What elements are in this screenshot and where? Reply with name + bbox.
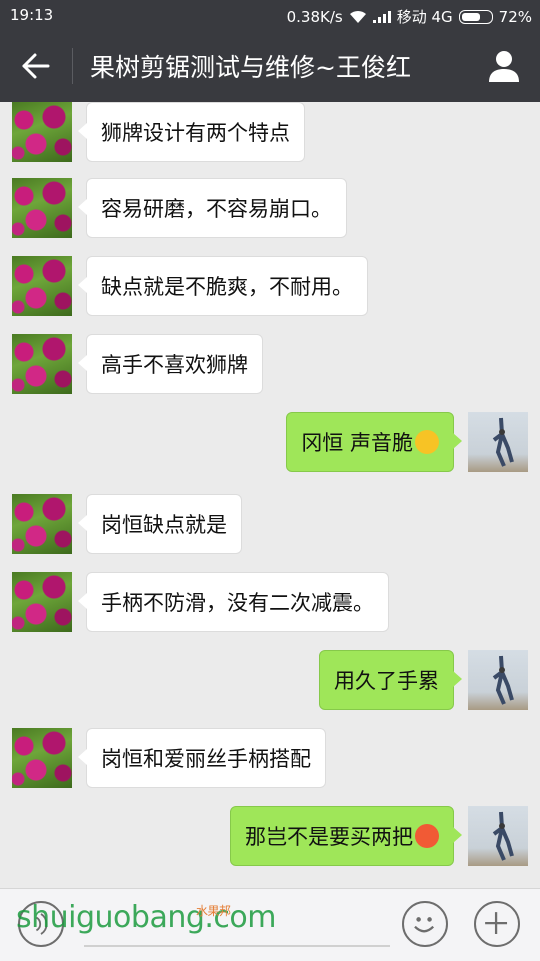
message-text: 高手不喜欢狮牌 [101, 353, 248, 377]
message-row: 缺点就是不脆爽，不耐用。 [0, 256, 540, 316]
my-avatar[interactable] [468, 650, 528, 710]
received-message-bubble[interactable]: 缺点就是不脆爽，不耐用。 [78, 256, 368, 316]
blush-emoji [415, 824, 439, 848]
contact-avatar[interactable] [12, 334, 72, 394]
watermark-text: shuiguobang.com [16, 900, 277, 935]
sent-message-bubble[interactable]: 那岂不是要买两把 [230, 806, 462, 866]
status-bar: 19:13 0.38K/s 移动 4G 72% [0, 0, 540, 30]
my-avatar[interactable] [468, 412, 528, 472]
back-arrow-icon[interactable] [18, 50, 54, 82]
message-row: 容易研磨，不容易崩口。 [0, 178, 540, 238]
smiley-icon[interactable] [402, 901, 448, 947]
signal-icon [372, 10, 391, 23]
received-message-bubble[interactable]: 容易研磨，不容易崩口。 [78, 178, 347, 238]
message-text: 容易研磨，不容易崩口。 [101, 197, 332, 221]
contact-avatar[interactable] [12, 728, 72, 788]
person-icon[interactable] [486, 48, 522, 84]
message-row: 手柄不防滑，没有二次减震。 [0, 572, 540, 632]
chat-header: 果树剪锯测试与维修~王俊红 [0, 30, 540, 102]
my-avatar[interactable] [468, 806, 528, 866]
contact-avatar[interactable] [12, 494, 72, 554]
received-message-bubble[interactable]: 狮牌设计有两个特点 [78, 102, 305, 162]
network-speed: 0.38K/s [286, 7, 343, 26]
message-text: 缺点就是不脆爽，不耐用。 [101, 275, 353, 299]
grin-emoji [415, 430, 439, 454]
message-row: 用久了手累 [0, 650, 540, 710]
watermark-tagline: 水果邦 [196, 904, 231, 918]
watermark: shuiguobang.com 水果邦 [16, 900, 277, 935]
message-row: 那岂不是要买两把 [0, 806, 540, 866]
carrier-label: 移动 4G [396, 8, 453, 26]
received-message-bubble[interactable]: 高手不喜欢狮牌 [78, 334, 263, 394]
contact-avatar[interactable] [12, 102, 72, 162]
plus-icon[interactable] [474, 901, 520, 947]
wifi-icon [349, 10, 366, 23]
message-row: 狮牌设计有两个特点 [0, 102, 540, 162]
message-text: 用久了手累 [334, 669, 439, 693]
message-text: 手柄不防滑，没有二次减震。 [101, 591, 374, 615]
received-message-bubble[interactable]: 岗恒和爱丽丝手柄搭配 [78, 728, 326, 788]
message-text: 狮牌设计有两个特点 [101, 121, 290, 145]
message-row: 高手不喜欢狮牌 [0, 334, 540, 394]
contact-avatar[interactable] [12, 178, 72, 238]
sent-message-bubble[interactable]: 用久了手累 [319, 650, 462, 710]
status-time: 19:13 [10, 6, 54, 24]
contact-avatar[interactable] [12, 256, 72, 316]
message-row: 岗恒缺点就是 [0, 494, 540, 554]
message-text: 岗恒和爱丽丝手柄搭配 [101, 747, 311, 771]
chat-title: 果树剪锯测试与维修~王俊红 [90, 53, 411, 82]
received-message-bubble[interactable]: 岗恒缺点就是 [78, 494, 242, 554]
battery-percent: 72% [498, 7, 532, 26]
sent-message-bubble[interactable]: 冈恒 声音脆 [286, 412, 462, 472]
message-text: 岗恒缺点就是 [101, 513, 227, 537]
message-row: 岗恒和爱丽丝手柄搭配 [0, 728, 540, 788]
received-message-bubble[interactable]: 手柄不防滑，没有二次减震。 [78, 572, 389, 632]
message-text: 那岂不是要买两把 [245, 825, 413, 849]
message-text: 冈恒 声音脆 [301, 431, 413, 455]
message-row: 冈恒 声音脆 [0, 412, 540, 472]
header-divider [72, 48, 73, 84]
contact-avatar[interactable] [12, 572, 72, 632]
battery-icon [458, 9, 493, 24]
message-input[interactable] [84, 945, 390, 947]
